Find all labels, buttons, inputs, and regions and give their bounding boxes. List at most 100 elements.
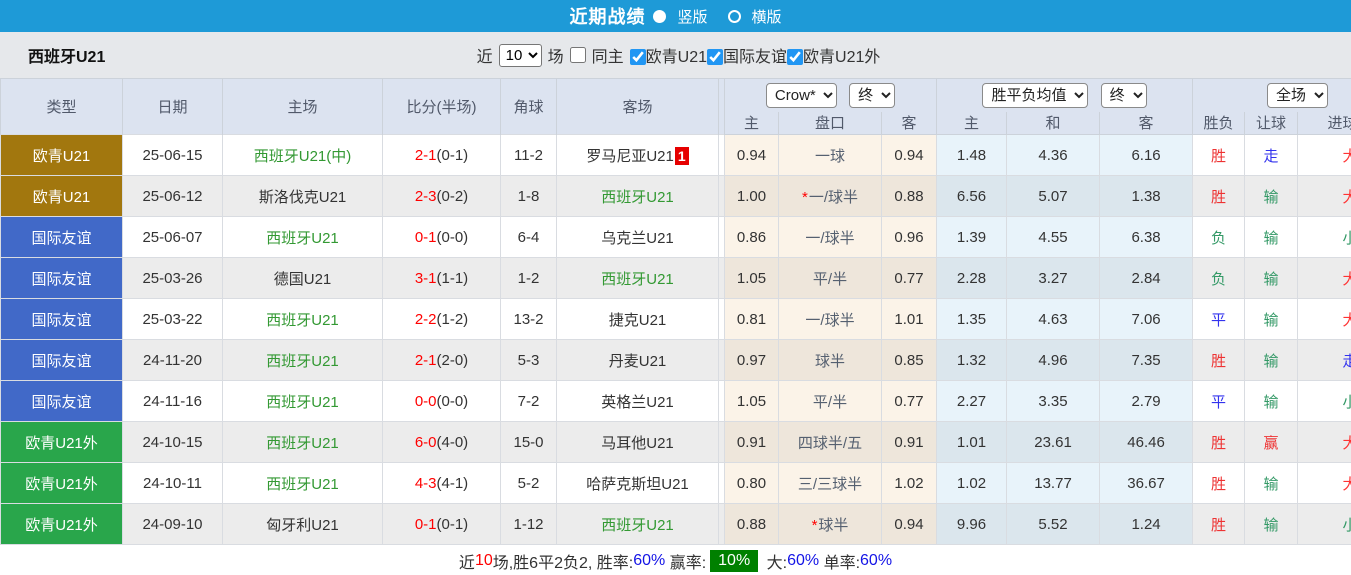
handicap-star: * (801, 188, 808, 206)
match-score: 0-1(0-1) (382, 503, 501, 545)
mean-odds-draw: 4.96 (1006, 339, 1101, 381)
competition-label: 欧青U21 (645, 49, 708, 66)
table-row: 国际友谊 25-06-07 西班牙U21 0-1(0-0) 6-4 乌克兰U21 0.86 一… (0, 216, 1351, 258)
odds-company-select[interactable]: Crow* (765, 82, 837, 108)
result-handicap: 输 (1244, 216, 1299, 258)
recent-count-select[interactable]: 10 (498, 43, 542, 67)
result-wdl: 胜 (1192, 421, 1246, 463)
away-team: 捷克U21 (556, 298, 719, 340)
result-wdl: 胜 (1192, 503, 1246, 545)
mean-odds-home: 1.35 (936, 298, 1008, 340)
col-header-handicap: 盘口 (778, 111, 882, 135)
filter-bar: 西班牙U21 近 10 场 同主 欧青U21 国际友谊 欧青U21外 (0, 32, 1351, 78)
mean-odds-draw: 13.77 (1006, 462, 1101, 504)
filters: 近 10 场 同主 欧青U21 国际友谊 欧青U21外 (471, 43, 880, 67)
scope-select[interactable]: 全场 (1267, 82, 1329, 108)
page-title: 近期战绩 (569, 7, 646, 27)
corner-count: 6-4 (500, 216, 557, 258)
match-score: 2-1(0-1) (382, 134, 501, 176)
corner-count: 5-3 (500, 339, 557, 381)
handicap-odds-away: 0.94 (880, 134, 938, 176)
col-header-mean-draw: 和 (1006, 111, 1101, 135)
match-score: 4-3(4-1) (382, 462, 501, 504)
mean-odds-draw: 3.27 (1006, 257, 1101, 299)
handicap-rate-value: 10% (710, 550, 759, 572)
same-home-checkbox[interactable] (569, 47, 586, 63)
result-handicap: 输 (1244, 380, 1299, 422)
result-goals: 大 (1297, 134, 1351, 176)
match-date: 25-03-22 (122, 298, 223, 340)
home-team: 西班牙U21 (222, 298, 383, 340)
handicap-odds-away: 0.96 (880, 216, 938, 258)
handicap-odds-home: 1.05 (724, 380, 779, 422)
competition-checkbox[interactable] (629, 49, 646, 65)
handicap-odds-away: 1.02 (880, 462, 938, 504)
summary-footer: 近 10 场,胜6平2负2, 胜率: 60% 赢率: 10% 大: 60% 单率: 60% (0, 545, 1351, 575)
mean-odds-away: 2.84 (1099, 257, 1194, 299)
corner-count: 1-12 (500, 503, 557, 545)
handicap-star: * (811, 516, 818, 534)
topbar: 近期战绩 竖版 横版 (0, 0, 1351, 32)
result-wdl: 胜 (1192, 134, 1246, 176)
col-header-score: 比分(半场) (382, 78, 501, 135)
match-type: 欧青U21外 (0, 462, 123, 504)
mean-odds-draw: 5.07 (1006, 175, 1101, 217)
handicap-odds-home: 0.91 (724, 421, 779, 463)
away-team: 马耳他U21 (556, 421, 719, 463)
col-header-result-wdl: 胜负 (1192, 111, 1246, 135)
mean-odds-draw: 23.61 (1006, 421, 1101, 463)
result-goals: 小 (1297, 216, 1351, 258)
mean-odds-draw: 4.63 (1006, 298, 1101, 340)
vertical-view-label[interactable]: 竖版 (677, 6, 707, 27)
match-type: 国际友谊 (0, 216, 123, 258)
mean-type-select[interactable]: 胜平负均值 (982, 82, 1089, 108)
handicap-line: 球半 (778, 339, 882, 381)
mean-odds-draw: 4.55 (1006, 216, 1101, 258)
home-team: 西班牙U21 (222, 216, 383, 258)
handicap-odds-away: 0.91 (880, 421, 938, 463)
competition-checkbox[interactable] (787, 49, 804, 65)
odds-time-select-2[interactable]: 终 (1100, 82, 1147, 108)
handicap-line: 平/半 (778, 257, 882, 299)
match-type: 国际友谊 (0, 298, 123, 340)
col-header-type: 类型 (0, 78, 123, 135)
vertical-view-radio[interactable] (653, 9, 667, 23)
horizontal-view-label[interactable]: 横版 (752, 6, 782, 27)
results-table: 类型 日期 主场 比分(半场) 角球 客场 Crow* 终 胜平负均值 终 全场… (0, 78, 1351, 545)
match-date: 24-10-11 (122, 462, 223, 504)
mean-odds-home: 9.96 (936, 503, 1008, 545)
match-date: 24-11-16 (122, 380, 223, 422)
mean-odds-away: 6.16 (1099, 134, 1194, 176)
result-wdl: 负 (1192, 257, 1246, 299)
home-team: 西班牙U21 (222, 339, 383, 381)
away-team: 西班牙U21 (556, 503, 719, 545)
corner-count: 13-2 (500, 298, 557, 340)
mean-odds-away: 6.38 (1099, 216, 1194, 258)
table-row: 欧青U21 25-06-15 西班牙U21(中) 2-1(0-1) 11-2 罗马尼亚U2… (0, 134, 1351, 176)
match-type: 国际友谊 (0, 380, 123, 422)
col-header-corner: 角球 (500, 78, 557, 135)
competition-label: 国际友谊 (723, 49, 788, 66)
big-rate-label: 大: (766, 555, 788, 572)
away-team: 丹麦U21 (556, 339, 719, 381)
mean-odds-home: 1.48 (936, 134, 1008, 176)
horizontal-view-radio[interactable] (727, 9, 741, 23)
table-row: 欧青U21 25-06-12 斯洛伐克U21 2-3(0-2) 1-8 西班牙U21 1.0… (0, 175, 1351, 217)
corner-count: 1-2 (500, 257, 557, 299)
handicap-odds-home: 0.94 (724, 134, 779, 176)
home-team: 匈牙利U21 (222, 503, 383, 545)
competition-checkbox[interactable] (707, 49, 724, 65)
mean-odds-draw: 5.52 (1006, 503, 1101, 545)
mean-odds-home: 1.39 (936, 216, 1008, 258)
result-wdl: 负 (1192, 216, 1246, 258)
table-row: 欧青U21外 24-10-15 西班牙U21 6-0(4-0) 15-0 马耳他U21 0.… (0, 421, 1351, 463)
match-score: 2-3(0-2) (382, 175, 501, 217)
handicap-odds-away: 0.77 (880, 257, 938, 299)
table-row: 欧青U21外 24-09-10 匈牙利U21 0-1(0-1) 1-12 西班牙U21 0.… (0, 503, 1351, 545)
result-handicap: 走 (1244, 134, 1299, 176)
odds-time-select-1[interactable]: 终 (849, 82, 896, 108)
match-type: 欧青U21 (0, 175, 123, 217)
team-name: 西班牙U21 (28, 49, 106, 66)
mean-odds-home: 1.02 (936, 462, 1008, 504)
mean-odds-home: 1.01 (936, 421, 1008, 463)
